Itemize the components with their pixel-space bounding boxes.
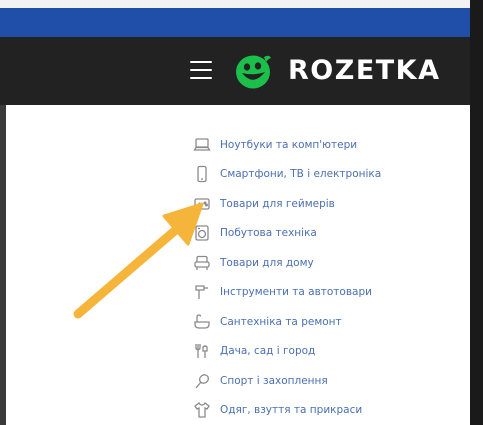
- bathtub-icon: [192, 312, 212, 332]
- menu-item-home[interactable]: Товари для дому: [192, 248, 462, 278]
- menu-item-label: Інструменти та автотовари: [220, 286, 372, 299]
- right-dark-edge: [470, 0, 483, 425]
- menu-item-label: Сантехніка та ремонт: [220, 315, 342, 328]
- menu-item-garden[interactable]: Дача, сад і город: [192, 337, 462, 367]
- menu-item-label: Дача, сад і город: [220, 345, 316, 358]
- menu-item-laptops[interactable]: Ноутбуки та комп'ютери: [192, 130, 462, 160]
- menu-item-clothing[interactable]: Одяг, взуття та прикраси: [192, 396, 462, 425]
- menu-item-gamers[interactable]: Товари для геймерів: [192, 189, 462, 219]
- menu-item-label: Ноутбуки та комп'ютери: [220, 138, 358, 151]
- laptop-icon: [192, 135, 212, 155]
- smartphone-icon: [192, 164, 212, 184]
- clothing-icon: [192, 400, 212, 420]
- promo-bar[interactable]: [0, 8, 483, 37]
- menu-item-label: Побутова техніка: [220, 227, 317, 240]
- hamburger-icon[interactable]: [190, 61, 212, 79]
- menu-item-label: Смартфони, ТВ і електроніка: [220, 168, 382, 181]
- menu-item-label: Одяг, взуття та прикраси: [220, 404, 363, 417]
- menu-item-label: Товари для дому: [220, 256, 314, 269]
- menu-item-appliances[interactable]: Побутова техніка: [192, 219, 462, 249]
- appliance-icon: [192, 223, 212, 243]
- tools-icon: [192, 282, 212, 302]
- catalog-menu: Ноутбуки та комп'ютери Смартфони, ТВ і е…: [192, 130, 462, 425]
- menu-item-plumbing[interactable]: Сантехніка та ремонт: [192, 307, 462, 337]
- browser-top-strip: [0, 0, 483, 8]
- menu-item-label: Товари для геймерів: [220, 197, 335, 210]
- garden-tools-icon: [192, 341, 212, 361]
- screenshot-frame: ROZETKA Ноутбуки та комп'ютери Смартфони…: [0, 0, 483, 425]
- logo-wordmark[interactable]: ROZETKA: [288, 54, 441, 88]
- armchair-icon: [192, 253, 212, 273]
- menu-item-sport[interactable]: Спорт і захоплення: [192, 366, 462, 396]
- menu-item-smartphones[interactable]: Смартфони, ТВ і електроніка: [192, 160, 462, 190]
- sport-icon: [192, 371, 212, 391]
- menu-item-tools[interactable]: Інструменти та автотовари: [192, 278, 462, 308]
- menu-item-label: Спорт і захоплення: [220, 374, 328, 387]
- smiley-logo-icon[interactable]: [234, 52, 274, 90]
- gamepad-icon: [192, 194, 212, 214]
